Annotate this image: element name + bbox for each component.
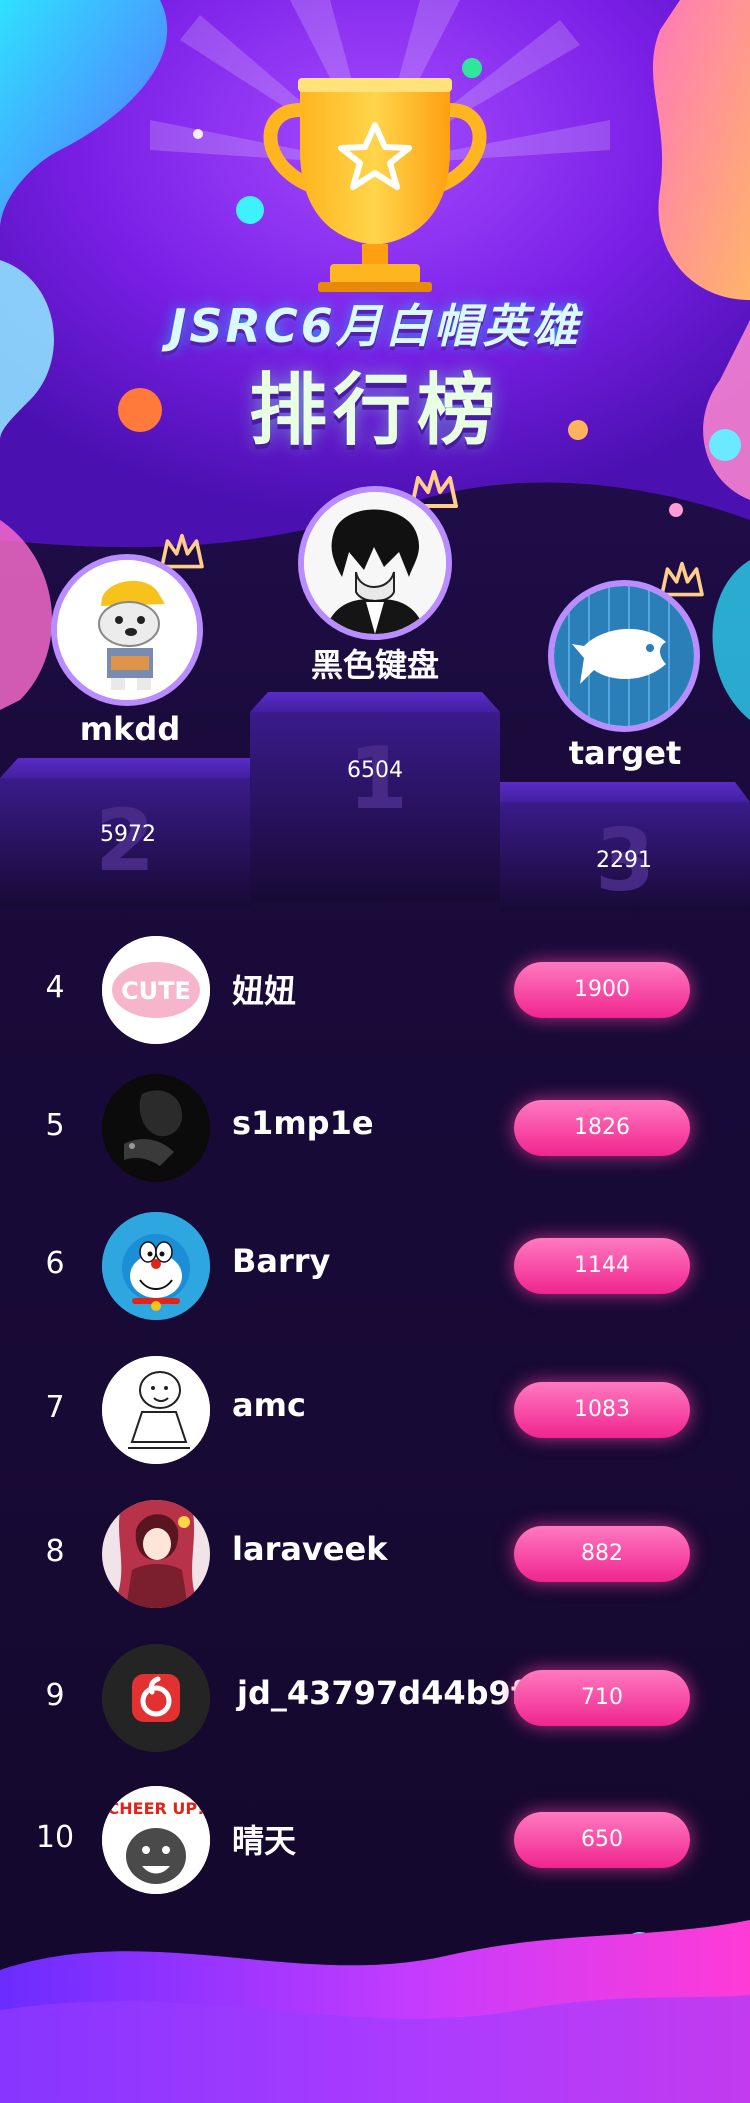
user-name: 晴天 <box>232 1822 297 1860</box>
avatar-rank-3[interactable] <box>548 580 700 732</box>
anime-girl-icon <box>102 1500 210 1608</box>
podium-score-1: 6504 <box>347 758 403 783</box>
avatar[interactable]: CHEER UP! <box>102 1786 210 1894</box>
user-name: Barry <box>232 1242 331 1280</box>
avatar[interactable]: CUTE <box>102 936 210 1044</box>
avatar-rank-2[interactable] <box>51 554 203 706</box>
avatar[interactable] <box>102 1500 210 1608</box>
score-badge: 710 <box>514 1670 690 1726</box>
doraemon-icon <box>102 1212 210 1320</box>
fish-silhouette-icon <box>554 586 694 726</box>
music-app-icon <box>102 1644 210 1752</box>
user-name: amc <box>232 1386 306 1424</box>
rank-number: 5 <box>45 1108 65 1143</box>
avatar-rank-1[interactable] <box>298 486 452 640</box>
page-title: JSRC6月白帽英雄 <box>169 299 581 353</box>
page-subtitle: 排行榜 <box>248 366 501 456</box>
podium-name-1: 黑色键盘 <box>310 646 439 684</box>
rank-number: 6 <box>45 1246 65 1281</box>
meme-sketch-icon <box>102 1356 210 1464</box>
cheer-up-icon: CHEER UP! <box>102 1786 210 1894</box>
leaderboard-page: 1 2 3 JSRC6月白帽英雄 排行榜 黑色键盘 6504 mkdd 5972… <box>0 0 750 2103</box>
cute-text-icon: CUTE <box>102 936 210 1044</box>
score-badge: 1144 <box>514 1238 690 1294</box>
dark-photo-icon <box>102 1074 210 1182</box>
rank-number: 9 <box>45 1678 65 1713</box>
score-badge: 1826 <box>514 1100 690 1156</box>
user-name: s1mp1e <box>232 1104 374 1142</box>
rank-number: 4 <box>45 970 65 1005</box>
podium-score-3: 2291 <box>596 848 652 873</box>
rank-number: 8 <box>45 1534 65 1569</box>
score-badge: 1083 <box>514 1382 690 1438</box>
avatar[interactable] <box>102 1212 210 1320</box>
anime-boy-icon <box>304 492 446 634</box>
rank-number: 10 <box>35 1820 75 1855</box>
score-badge: 882 <box>514 1526 690 1582</box>
score-badge: 1900 <box>514 962 690 1018</box>
podium-score-2: 5972 <box>100 822 156 847</box>
user-name: 妞妞 <box>232 972 297 1010</box>
avatar[interactable] <box>102 1644 210 1752</box>
svg-text:CHEER UP!: CHEER UP! <box>108 1799 205 1818</box>
score-badge: 650 <box>514 1812 690 1868</box>
svg-text:CUTE: CUTE <box>121 977 191 1005</box>
podium-name-3: target <box>568 734 682 772</box>
cartoon-dog-icon <box>57 560 197 700</box>
user-name: laraveek <box>232 1530 388 1568</box>
rank-number: 7 <box>45 1390 65 1425</box>
avatar[interactable] <box>102 1074 210 1182</box>
avatar[interactable] <box>102 1356 210 1464</box>
podium-name-2: mkdd <box>79 710 181 748</box>
